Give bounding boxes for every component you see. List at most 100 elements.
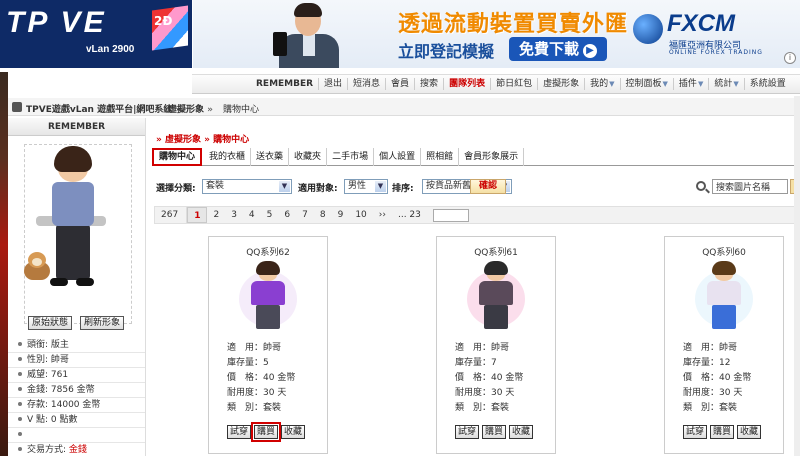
chevron-down-icon[interactable]: ▼ (663, 80, 668, 88)
category-label: 選擇分類: (156, 184, 196, 194)
nav-link[interactable]: 團隊列表 (443, 78, 490, 90)
try-on-button[interactable]: 試穿 (683, 425, 708, 439)
tab[interactable]: 收藏夾 (289, 148, 328, 166)
globe-icon (633, 14, 663, 44)
favorite-button[interactable]: 收藏 (737, 425, 762, 439)
breadcrumb-current: 購物中心 (223, 105, 260, 115)
ad-title: 透過流動裝置買賣外匯 (398, 12, 629, 37)
favorite-button[interactable]: 收藏 (509, 425, 534, 439)
user-sidebar: REMEMBER 原始狀態 刷新形象 頭銜: 版主 性別: 帥哥 威望: 761 金錢… (8, 118, 146, 456)
logo-subtitle: vLan 2900 (86, 44, 135, 55)
tab[interactable]: 送衣藥 (251, 148, 290, 166)
stat-row: 威望: 761 (8, 368, 145, 383)
buy-button[interactable]: 購買 (482, 425, 507, 439)
category-select[interactable]: 套裝 ▼ (202, 179, 292, 194)
ad-register-text[interactable]: 立即登記模擬 (398, 38, 494, 62)
page-link[interactable]: 9 (332, 207, 350, 223)
bullet-icon (18, 357, 22, 361)
sidebar-username: REMEMBER (8, 118, 145, 136)
stat-row: 金錢: 7856 金幣 (8, 383, 145, 398)
page-link[interactable]: 3 (225, 207, 243, 223)
product-fit: 適 用：帥哥 (227, 343, 282, 353)
page-link[interactable]: 1 (187, 207, 208, 223)
search-input[interactable] (712, 179, 788, 194)
site-logo[interactable]: TP VE vLan 2900 2Ð (0, 0, 192, 68)
ad-info-icon[interactable]: i (784, 52, 796, 64)
product-image[interactable] (691, 261, 757, 331)
nav-link[interactable]: 節日紅包 (490, 78, 537, 90)
page-last[interactable]: ... 23 (392, 207, 427, 223)
page-link[interactable]: 5 (261, 207, 279, 223)
page-link[interactable]: 6 (278, 207, 296, 223)
nav-link[interactable]: 退出 (318, 78, 347, 90)
bullet-icon (18, 417, 22, 421)
nav-link[interactable]: 短消息 (347, 78, 385, 90)
chevron-down-icon[interactable]: ▼ (609, 80, 614, 88)
current-username[interactable]: REMEMBER (256, 79, 313, 89)
page-link[interactable]: 8 (314, 207, 332, 223)
product-durability: 耐用度：30 天 (683, 388, 743, 398)
reset-avatar-button[interactable]: 原始狀態 (28, 316, 73, 330)
chevron-down-icon[interactable]: ▼ (733, 80, 738, 88)
buy-button[interactable]: 購買 (710, 425, 735, 439)
product-durability: 耐用度：30 天 (227, 388, 287, 398)
product-name[interactable]: QQ系列62 (209, 245, 327, 258)
ad-person-image (273, 2, 351, 68)
product-price: 價 格：40 金幣 (227, 373, 296, 383)
nav-link[interactable]: 插件▼ (672, 78, 708, 90)
breadcrumb-site[interactable]: TPVE遊戲vLan 遊戲平台|網吧系統 » (26, 102, 181, 115)
tab[interactable]: 會員形象展示 (459, 148, 525, 166)
target-select[interactable]: 男性 ▼ (344, 179, 388, 194)
ad-download-button[interactable]: 免費下載 ▶ (509, 37, 608, 61)
nav-link[interactable]: 控制面板▼ (619, 78, 673, 90)
tab[interactable]: 二手市場 (327, 148, 375, 166)
advertisement-banner[interactable]: 透過流動裝置買賣外匯 立即登記模擬 免費下載 ▶ FXCM 福匯亞洲有限公司 ON… (193, 0, 800, 68)
sort-label: 排序: (392, 184, 414, 194)
page-link[interactable]: 4 (243, 207, 261, 223)
page-next[interactable]: ›› (373, 207, 392, 223)
nav-link[interactable]: 搜索 (414, 78, 443, 90)
stat-row: 交易方式: 金錢 (8, 443, 145, 456)
nav-link[interactable]: 統計▼ (708, 78, 743, 90)
section-title-current: 購物中心 (213, 135, 250, 145)
bullet-icon (18, 387, 22, 391)
product-type: 類 別：套裝 (683, 403, 738, 413)
page-link[interactable]: 2 (207, 207, 225, 223)
page-jump-input[interactable] (432, 208, 469, 222)
product-name[interactable]: QQ系列60 (665, 245, 783, 258)
refresh-avatar-button[interactable]: 刷新形象 (80, 316, 125, 330)
arrow-right-icon: ▶ (583, 44, 598, 58)
page-total[interactable]: 267 (157, 207, 188, 223)
breadcrumb-avatar[interactable]: 虛擬形象 » (168, 102, 213, 115)
product-image[interactable] (235, 261, 301, 331)
home-icon[interactable] (12, 102, 22, 112)
logo-cube-icon (152, 5, 188, 51)
stat-row: 頭銜: 版主 (8, 338, 145, 353)
tab[interactable]: 我的衣櫃 (204, 148, 252, 166)
tab[interactable]: 照相館 (421, 148, 460, 166)
product-stock: 庫存量：7 (455, 358, 497, 368)
product-price: 價 格：40 金幣 (683, 373, 752, 383)
try-on-button[interactable]: 試穿 (455, 425, 480, 439)
try-on-button[interactable]: 試穿 (227, 425, 252, 439)
chevron-down-icon[interactable]: ▼ (698, 80, 703, 88)
section-title-parent[interactable]: 虛擬形象 (165, 135, 201, 145)
nav-link[interactable]: 會員 (385, 78, 414, 90)
confirm-button[interactable]: 確認 (470, 179, 506, 194)
nav-link[interactable]: 系統設置 (743, 78, 791, 90)
search-icon (696, 181, 706, 191)
product-image[interactable] (463, 261, 529, 331)
page-link[interactable]: 7 (296, 207, 314, 223)
buy-button[interactable]: 購買 (251, 422, 282, 442)
page-link[interactable]: 10 (349, 207, 372, 223)
product-card: QQ系列60 適 用：帥哥 庫存量：12 價 格：40 金幣 耐用度：30 天類 別：套… (664, 236, 784, 454)
nav-link[interactable]: 我的▼ (584, 78, 619, 90)
product-fit: 適 用：帥哥 (455, 343, 510, 353)
scrollbar[interactable] (794, 96, 800, 456)
tab[interactable]: 個人設置 (374, 148, 422, 166)
favorite-button[interactable]: 收藏 (281, 425, 306, 439)
tab[interactable]: 購物中心 (152, 148, 203, 166)
product-name[interactable]: QQ系列61 (437, 245, 555, 258)
nav-link[interactable]: 虛擬形象 (537, 78, 584, 90)
product-card: QQ系列61 適 用：帥哥 庫存量：7 價 格：40 金幣 耐用度：30 天類 別：套裝… (436, 236, 556, 454)
